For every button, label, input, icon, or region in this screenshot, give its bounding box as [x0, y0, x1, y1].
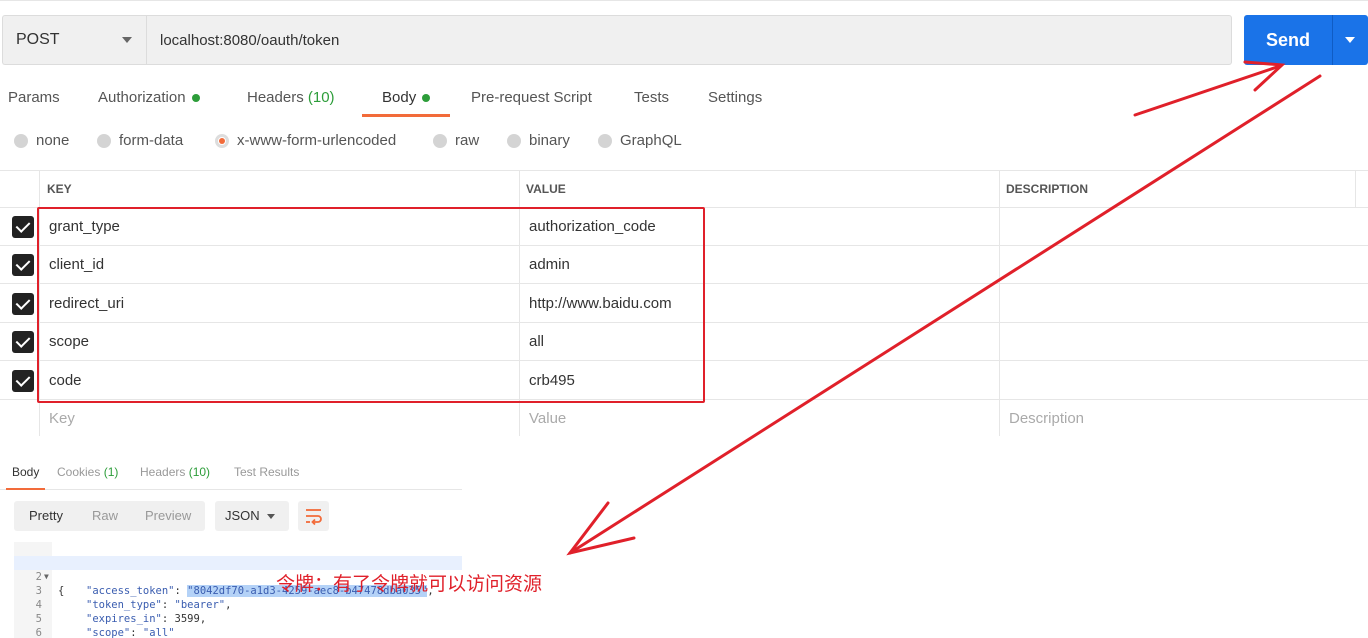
chevron-down-icon	[267, 514, 275, 519]
json-value: "all"	[142, 627, 175, 638]
tab-label: Cookies	[57, 465, 101, 479]
chevron-down-icon	[122, 37, 132, 43]
top-divider	[0, 0, 1368, 1]
tab-count: (10)	[307, 89, 335, 106]
tab-params[interactable]: Params	[8, 86, 60, 118]
code-line: 5 "scope": "all"	[14, 598, 462, 638]
radio-label: raw	[455, 132, 480, 149]
radio-binary[interactable]: binary	[507, 132, 570, 149]
radio-none[interactable]: none	[14, 132, 69, 149]
checkbox-checked-icon[interactable]	[12, 216, 34, 238]
status-dot-icon	[191, 94, 200, 103]
view-raw-button[interactable]: Raw	[92, 508, 118, 523]
tab-label: Headers	[140, 465, 186, 479]
send-options-button[interactable]	[1332, 15, 1368, 65]
table-header: KEY VALUE DESCRIPTION	[0, 170, 1368, 208]
table-row-new: Key Value Description	[0, 400, 1368, 438]
code-line: 2 "access_token": "8042df70-a1d3-4259-ae…	[14, 556, 462, 597]
radio-circle-icon	[14, 133, 28, 148]
description-cell[interactable]	[1000, 362, 1009, 399]
radio-circle-icon	[507, 133, 521, 148]
radio-circle-icon	[97, 133, 111, 148]
wrap-lines-icon	[306, 509, 322, 526]
tab-pre-request-script[interactable]: Pre-request Script	[471, 86, 592, 118]
tab-label: Authorization	[98, 89, 186, 106]
chevron-down-icon	[1345, 37, 1355, 43]
response-tab-cookies[interactable]: Cookies (1)	[57, 465, 118, 479]
column-divider	[1355, 170, 1356, 208]
checkbox-checked-icon[interactable]	[12, 293, 34, 315]
line-number: 6	[35, 627, 42, 638]
radio-form-data[interactable]: form-data	[97, 132, 183, 149]
column-header-description: DESCRIPTION	[1006, 182, 1089, 196]
value-placeholder-input[interactable]: Value	[520, 400, 566, 437]
arrow-to-token-head	[566, 501, 636, 556]
tab-label: Headers	[247, 89, 304, 106]
url-input[interactable]: localhost:8080/oauth/token	[146, 15, 1232, 65]
radio-label: binary	[529, 132, 570, 149]
arrow-to-send-head	[1243, 60, 1286, 92]
format-select[interactable]: JSON	[215, 501, 289, 531]
tab-headers[interactable]: Headers (10)	[247, 86, 335, 118]
checkbox-checked-icon[interactable]	[12, 370, 34, 392]
method-select[interactable]: POST	[2, 15, 146, 65]
radio-raw[interactable]: raw	[433, 132, 479, 149]
url-text: localhost:8080/oauth/token	[160, 31, 340, 49]
description-cell[interactable]	[1000, 285, 1009, 322]
code-line: 1 ▼ {	[14, 542, 462, 597]
view-mode-group: Pretty Raw Preview	[14, 501, 205, 531]
arrow-to-send-line	[1133, 64, 1282, 117]
radio-circle-icon	[598, 133, 612, 148]
checkbox-checked-icon[interactable]	[12, 254, 34, 276]
code-text: "scope": "all"	[86, 627, 175, 638]
view-pretty-button[interactable]: Pretty	[29, 508, 63, 523]
key-placeholder-input[interactable]: Key	[40, 400, 75, 437]
radio-x-www-form-urlencoded[interactable]: x-www-form-urlencoded	[215, 132, 396, 149]
radio-label: GraphQL	[620, 132, 682, 149]
wrap-lines-button[interactable]	[298, 501, 329, 531]
json-key: "scope"	[86, 627, 131, 638]
status-dot-icon	[422, 94, 431, 103]
format-label: JSON	[225, 508, 260, 523]
description-cell[interactable]	[1000, 323, 1009, 360]
send-button[interactable]: Send	[1244, 15, 1332, 65]
tab-label: Params	[8, 89, 60, 106]
tab-label: Tests	[634, 89, 670, 106]
tab-count: (1)	[103, 465, 119, 479]
tab-label: Test Results	[234, 465, 300, 479]
tab-body[interactable]: Body	[361, 86, 451, 118]
tab-count: (10)	[188, 465, 211, 479]
tab-label: Body	[382, 89, 417, 106]
response-tab-headers[interactable]: Headers (10)	[140, 465, 210, 479]
radio-selected-icon	[215, 133, 229, 148]
annotation-text: 令牌：有了令牌就可以访问资源	[276, 573, 543, 595]
method-label: POST	[16, 31, 60, 48]
response-tabs: Body Cookies (1) Headers (10) Test Resul…	[0, 458, 462, 490]
radio-label: x-www-form-urlencoded	[237, 132, 397, 149]
view-preview-button[interactable]: Preview	[145, 508, 191, 523]
response-tab-body[interactable]: Body	[5, 465, 46, 490]
tab-label: Body	[12, 465, 40, 479]
radio-graphql[interactable]: GraphQL	[598, 132, 682, 149]
tab-settings[interactable]: Settings	[708, 86, 762, 118]
description-placeholder-input[interactable]: Description	[1000, 400, 1084, 437]
tab-label: Settings	[708, 89, 763, 106]
radio-label: form-data	[119, 132, 184, 149]
tab-authorization[interactable]: Authorization	[98, 86, 200, 118]
response-panel: Body Cookies (1) Headers (10) Test Resul…	[0, 458, 462, 638]
code-line: 6 }	[14, 612, 462, 638]
description-cell[interactable]	[1000, 246, 1009, 283]
highlight-box	[37, 207, 705, 403]
radio-label: none	[36, 132, 70, 149]
tab-label: Pre-request Script	[471, 89, 592, 106]
column-header-key: KEY	[47, 182, 72, 196]
description-cell[interactable]	[1000, 208, 1009, 245]
response-tab-test-results[interactable]: Test Results	[234, 465, 299, 479]
tab-tests[interactable]: Tests	[634, 86, 669, 118]
checkbox-checked-icon[interactable]	[12, 331, 34, 353]
radio-circle-icon	[433, 133, 447, 148]
column-header-value: VALUE	[526, 182, 566, 196]
